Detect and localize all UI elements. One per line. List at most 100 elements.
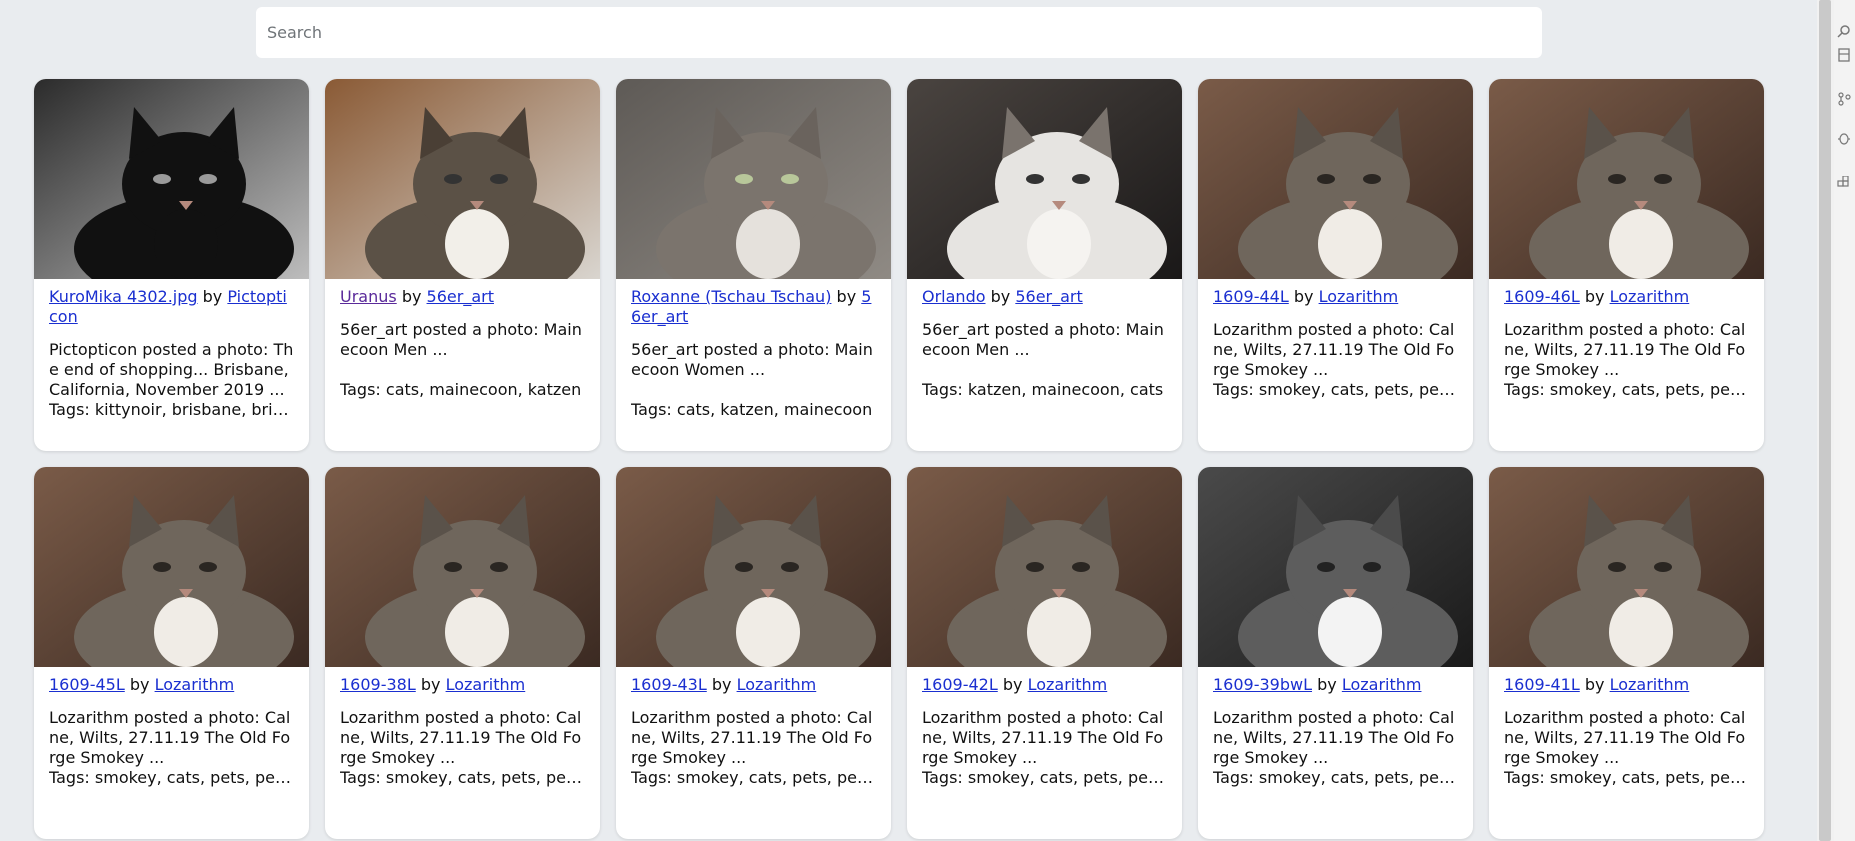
photo-image xyxy=(1489,79,1764,279)
smokey-cat-photo[interactable] xyxy=(325,467,600,667)
by-text: by xyxy=(202,287,223,306)
author-link[interactable]: 56er_art xyxy=(1015,287,1082,306)
author-link[interactable]: Lozarithm xyxy=(1028,675,1108,694)
photo-title-link[interactable]: Orlando xyxy=(922,287,986,306)
cat-eye-right xyxy=(199,562,217,572)
photo-image xyxy=(907,79,1182,279)
cat-eye-left xyxy=(1608,174,1626,184)
cat-chest xyxy=(1609,209,1673,279)
photo-title-link[interactable]: 1609-43L xyxy=(631,675,707,694)
smokey-cat-bw-photo[interactable] xyxy=(1198,467,1473,667)
cat-chest xyxy=(445,209,509,279)
author-link[interactable]: Lozarithm xyxy=(1610,675,1690,694)
cat-eye-right xyxy=(1363,174,1381,184)
photo-title-link[interactable]: Uranus xyxy=(340,287,397,306)
smokey-cat-photo[interactable] xyxy=(1489,467,1764,667)
photo-image xyxy=(325,79,600,279)
card-title-line: 1609-45L by Lozarithm xyxy=(49,675,294,695)
source-control-icon[interactable] xyxy=(1837,92,1851,106)
photo-description: 56er_art posted a photo: Mainecoon Men .… xyxy=(340,320,582,359)
smokey-cat-photo[interactable] xyxy=(34,467,309,667)
black-cat-bw-photo[interactable] xyxy=(34,79,309,279)
card-title-line: 1609-38L by Lozarithm xyxy=(340,675,585,695)
cat-eye-right xyxy=(781,174,799,184)
photo-title-link[interactable]: 1609-44L xyxy=(1213,287,1289,306)
cat-eye-left xyxy=(735,562,753,572)
photo-card: 1609-39bwL by Lozarithm Lozarithm posted… xyxy=(1198,467,1473,839)
smokey-cat-photo[interactable] xyxy=(907,467,1182,667)
photo-card: 1609-44L by Lozarithm Lozarithm posted a… xyxy=(1198,79,1473,451)
cat-eye-left xyxy=(1608,562,1626,572)
photo-title-link[interactable]: 1609-39bwL xyxy=(1213,675,1312,694)
by-text: by xyxy=(836,287,857,306)
photo-description: Lozarithm posted a photo: Calne, Wilts, … xyxy=(631,708,873,767)
photo-description: Lozarithm posted a photo: Calne, Wilts, … xyxy=(1504,708,1746,767)
cat-eye-left xyxy=(1317,562,1335,572)
photo-card: KuroMika 4302.jpg by Pictopticon Pictopt… xyxy=(34,79,309,451)
cat-eye-right xyxy=(1363,562,1381,572)
extensions-icon[interactable] xyxy=(1837,176,1851,190)
photo-title-link[interactable]: 1609-46L xyxy=(1504,287,1580,306)
card-title-line: Roxanne (Tschau Tschau) by 56er_art xyxy=(631,287,876,327)
photo-image xyxy=(907,467,1182,667)
activity-bar xyxy=(1834,0,1855,841)
photo-description: Lozarithm posted a photo: Calne, Wilts, … xyxy=(340,708,582,767)
smokey-cat-photo[interactable] xyxy=(1198,79,1473,279)
cat-chest xyxy=(1318,209,1382,279)
cat-eye-right xyxy=(199,174,217,184)
cat-chest xyxy=(154,597,218,667)
cat-eye-left xyxy=(444,174,462,184)
tabby-closeup-photo[interactable] xyxy=(616,79,891,279)
photo-card: Orlando by 56er_art 56er_art posted a ph… xyxy=(907,79,1182,451)
cat-chest xyxy=(1318,597,1382,667)
photo-title-link[interactable]: Roxanne (Tschau Tschau) xyxy=(631,287,831,306)
by-text: by xyxy=(990,287,1011,306)
cat-eye-right xyxy=(490,562,508,572)
by-text: by xyxy=(401,287,422,306)
card-title-line: KuroMika 4302.jpg by Pictopticon xyxy=(49,287,294,327)
photo-description: Lozarithm posted a photo: Calne, Wilts, … xyxy=(1213,708,1455,767)
cat-chest xyxy=(736,209,800,279)
photo-tags: Tags: smokey, cats, pets, pentax xyxy=(1504,768,1749,787)
author-link[interactable]: Lozarithm xyxy=(1342,675,1422,694)
card-title-line: 1609-44L by Lozarithm xyxy=(1213,287,1458,307)
photo-description: 56er_art posted a photo: Mainecoon Women… xyxy=(631,340,873,379)
by-text: by xyxy=(129,675,150,694)
cat-eye-right xyxy=(1654,562,1672,572)
photo-title-link[interactable]: 1609-45L xyxy=(49,675,125,694)
photo-tags: Tags: smokey, cats, pets, pentax xyxy=(922,768,1167,787)
photo-card: 1609-41L by Lozarithm Lozarithm posted a… xyxy=(1489,467,1764,839)
photo-title-link[interactable]: 1609-38L xyxy=(340,675,416,694)
fluffy-cat-dark-photo[interactable] xyxy=(907,79,1182,279)
vertical-scrollbar[interactable] xyxy=(1817,0,1834,841)
photo-tags: Tags: cats, mainecoon, katzen xyxy=(340,380,582,399)
author-link[interactable]: Lozarithm xyxy=(1319,287,1399,306)
search-icon[interactable] xyxy=(1837,24,1851,38)
photo-card: 1609-38L by Lozarithm Lozarithm posted a… xyxy=(325,467,600,839)
search-input[interactable] xyxy=(256,7,1542,58)
smokey-cat-photo[interactable] xyxy=(1489,79,1764,279)
debug-icon[interactable] xyxy=(1837,131,1851,145)
cat-chest xyxy=(445,597,509,667)
files-icon[interactable] xyxy=(1837,48,1851,62)
photo-description: Lozarithm posted a photo: Calne, Wilts, … xyxy=(49,708,291,767)
photo-title-link[interactable]: 1609-42L xyxy=(922,675,998,694)
photo-image xyxy=(616,467,891,667)
author-link[interactable]: Lozarithm xyxy=(737,675,817,694)
photo-card: 1609-46L by Lozarithm Lozarithm posted a… xyxy=(1489,79,1764,451)
author-link[interactable]: Lozarithm xyxy=(1610,287,1690,306)
scrollbar-thumb[interactable] xyxy=(1819,0,1831,841)
author-link[interactable]: Lozarithm xyxy=(446,675,526,694)
by-text: by xyxy=(1584,675,1605,694)
by-text: by xyxy=(1584,287,1605,306)
cat-eye-left xyxy=(1317,174,1335,184)
search-bar xyxy=(256,7,1542,58)
author-link[interactable]: Lozarithm xyxy=(155,675,235,694)
smokey-cat-photo[interactable] xyxy=(616,467,891,667)
photo-image xyxy=(1489,467,1764,667)
photo-title-link[interactable]: 1609-41L xyxy=(1504,675,1580,694)
mainecoon-lying-photo[interactable] xyxy=(325,79,600,279)
photo-tags: Tags: cats, katzen, mainecoon xyxy=(631,400,873,419)
photo-title-link[interactable]: KuroMika 4302.jpg xyxy=(49,287,198,306)
author-link[interactable]: 56er_art xyxy=(427,287,494,306)
